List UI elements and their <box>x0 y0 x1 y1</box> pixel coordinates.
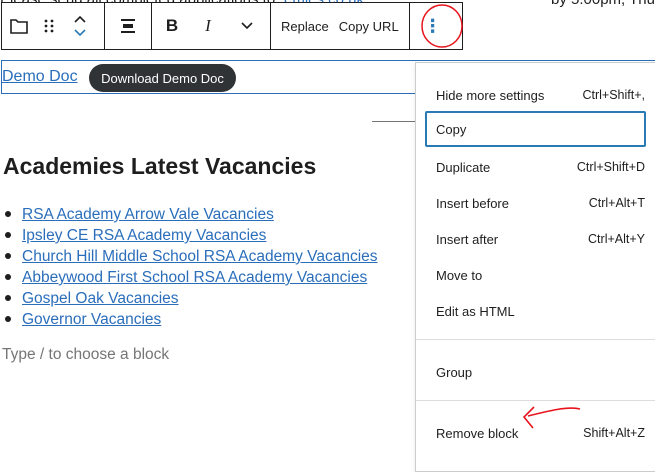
menu-item-edit-html[interactable]: Edit as HTML <box>425 293 645 329</box>
menu-item-insert-after[interactable]: Insert after Ctrl+Alt+Y <box>425 221 645 257</box>
menu-item-move-to[interactable]: Move to <box>425 257 645 293</box>
italic-icon: I <box>205 16 211 35</box>
align-button[interactable] <box>105 3 151 49</box>
paragraph-text-end: by 5.00pm, Thu <box>551 0 655 8</box>
copy-url-button[interactable]: Copy URL <box>334 3 404 49</box>
more-formats-button[interactable] <box>224 3 270 49</box>
options-group: ⋮ <box>410 3 456 49</box>
align-icon <box>121 19 135 33</box>
drag-handle[interactable] <box>36 3 62 49</box>
menu-item-shortcut: Shift+Alt+Z <box>583 426 645 440</box>
menu-divider <box>416 339 655 340</box>
file-actions-group: Replace Copy URL <box>271 3 410 49</box>
menu-item-remove-block[interactable]: Remove block Shift+Alt+Z <box>425 415 645 451</box>
separator-block <box>372 121 416 122</box>
move-down-icon[interactable] <box>73 28 87 38</box>
drag-handle-icon <box>44 19 54 33</box>
menu-item-label: Group <box>436 364 473 380</box>
block-mover-group <box>2 3 105 49</box>
menu-item-shortcut: Ctrl+Shift+D <box>576 160 645 174</box>
menu-item-label: Edit as HTML <box>436 303 515 319</box>
menu-item-shortcut: Ctrl+Alt+Y <box>588 232 645 246</box>
italic-button[interactable]: I <box>192 3 224 49</box>
menu-item-label: Remove block <box>436 425 519 441</box>
list-item: Ipsley CE RSA Academy Vacancies <box>3 225 378 246</box>
vacancy-link[interactable]: Gospel Oak Vacancies <box>22 290 179 307</box>
folder-icon <box>10 19 28 34</box>
menu-divider <box>416 400 655 401</box>
menu-item-label: Insert before <box>436 195 509 211</box>
menu-item-label: Move to <box>436 267 483 283</box>
menu-item-hide-settings[interactable]: Hide more settings Ctrl+Shift+, <box>425 77 645 113</box>
menu-item-label: Copy <box>436 121 467 137</box>
menu-item-copy[interactable]: Copy <box>425 111 646 147</box>
section-heading: Academies Latest Vacancies <box>3 153 317 179</box>
menu-item-group[interactable]: Group <box>425 354 645 390</box>
align-group <box>105 3 152 49</box>
menu-item-label: Duplicate <box>436 159 491 175</box>
list-item: Gospel Oak Vacancies <box>3 288 378 309</box>
vacancy-link[interactable]: Church Hill Middle School RSA Academy Va… <box>22 248 378 265</box>
chevron-down-icon <box>241 22 253 30</box>
file-link[interactable]: Demo Doc <box>2 68 78 86</box>
menu-item-insert-before[interactable]: Insert before Ctrl+Alt+T <box>425 185 645 221</box>
list-item: Governor Vacancies <box>3 309 378 330</box>
block-toolbar: B I Replace Copy URL ⋮ <box>1 2 463 50</box>
more-options-button[interactable]: ⋮ <box>410 3 456 49</box>
more-options-icon: ⋮ <box>423 15 442 36</box>
menu-item-label: Hide more settings <box>436 87 545 103</box>
vacancy-link[interactable]: Ipsley CE RSA Academy Vacancies <box>22 227 266 244</box>
format-group: B I <box>152 3 271 49</box>
replace-button[interactable]: Replace <box>276 3 334 49</box>
download-button[interactable]: Download Demo Doc <box>89 64 236 92</box>
file-block-type-button[interactable] <box>2 3 36 49</box>
bold-button[interactable]: B <box>152 3 192 49</box>
list-item: Abbeywood First School RSA Academy Vacan… <box>3 267 378 288</box>
list-item: Church Hill Middle School RSA Academy Va… <box>3 246 378 267</box>
block-placeholder[interactable]: Type / to choose a block <box>2 346 169 364</box>
block-options-menu: Hide more settings Ctrl+Shift+, Copy Dup… <box>415 62 655 472</box>
move-buttons <box>62 3 104 49</box>
menu-item-shortcut: Ctrl+Alt+T <box>588 196 645 210</box>
menu-item-shortcut: Ctrl+Shift+, <box>582 88 645 102</box>
list-item: RSA Academy Arrow Vale Vacancies <box>3 204 378 225</box>
move-up-icon[interactable] <box>73 14 87 24</box>
vacancy-link[interactable]: RSA Academy Arrow Vale Vacancies <box>22 206 274 223</box>
bold-icon: B <box>165 16 179 35</box>
menu-item-label: Insert after <box>436 231 499 247</box>
vacancy-link[interactable]: Governor Vacancies <box>22 311 161 328</box>
menu-item-duplicate[interactable]: Duplicate Ctrl+Shift+D <box>425 149 645 185</box>
vacancy-list: RSA Academy Arrow Vale Vacancies Ipsley … <box>3 204 378 330</box>
vacancy-link[interactable]: Abbeywood First School RSA Academy Vacan… <box>22 269 367 286</box>
